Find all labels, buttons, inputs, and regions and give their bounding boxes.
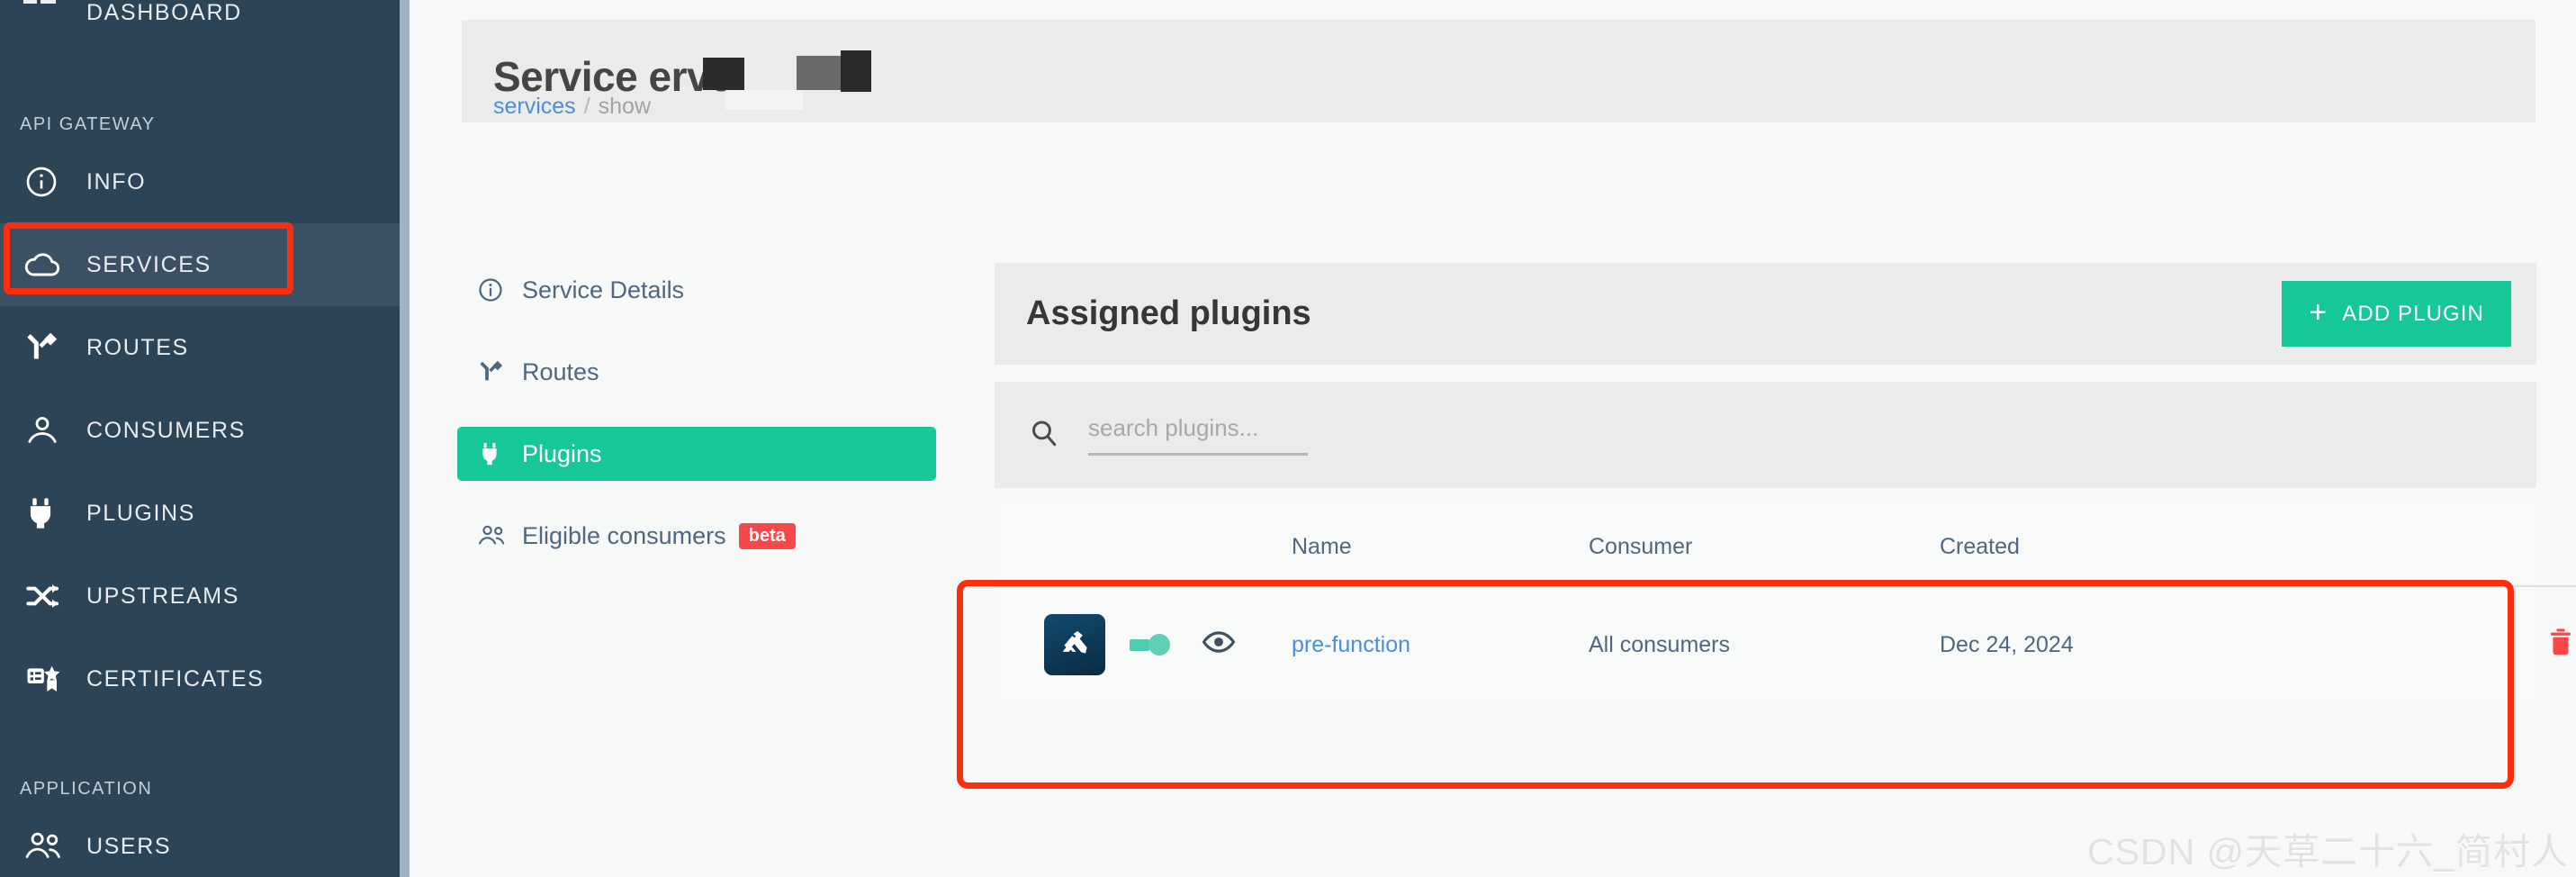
redaction-block xyxy=(703,58,744,90)
sidebar-item-services[interactable]: SERVICES xyxy=(0,223,400,306)
plug-icon xyxy=(477,440,522,467)
tab-service-details[interactable]: Service Details xyxy=(457,263,936,317)
cloud-icon xyxy=(20,247,86,283)
info-circle-icon xyxy=(20,164,86,200)
tab-label: Plugins xyxy=(522,439,602,467)
sidebar-item-dashboard[interactable]: DASHBOARD xyxy=(0,0,400,56)
plus-icon: + xyxy=(2309,294,2328,330)
th-created: Created xyxy=(1940,534,2020,559)
th-name: Name xyxy=(1292,534,1352,559)
tab-eligible-consumers[interactable]: Eligible consumers beta xyxy=(457,509,936,563)
cell-created: Dec 24, 2024 xyxy=(1940,631,2074,657)
plugins-table: Name Consumer Created pre-function All c… xyxy=(995,520,2576,702)
route-fork-icon xyxy=(477,358,522,385)
cell-consumer: All consumers xyxy=(1589,631,1730,657)
sidebar-item-label: INFO xyxy=(86,168,147,194)
search-icon xyxy=(1029,418,1059,453)
search-card xyxy=(995,382,2536,488)
kong-gorilla-logo-icon xyxy=(1044,614,1105,675)
th-blank-toggle xyxy=(1130,520,1202,586)
cell-toggle xyxy=(1130,586,1202,702)
cell-view xyxy=(1202,586,1292,702)
th-blank-view xyxy=(1202,520,1292,586)
dashboard-grid-icon xyxy=(20,0,86,18)
plugin-enabled-toggle[interactable] xyxy=(1130,634,1171,655)
certificate-icon xyxy=(20,661,86,697)
assigned-plugins-title: Assigned plugins xyxy=(1026,294,1311,332)
cell-plugin-logo xyxy=(995,586,1130,702)
sidebar-section-api-gateway: API GATEWAY xyxy=(20,114,156,134)
redaction-block xyxy=(797,56,841,90)
th-blank-actions xyxy=(2372,520,2576,586)
sidebar-item-label: USERS xyxy=(86,833,172,859)
sidebar-item-label: ROUTES xyxy=(86,334,189,360)
main-content: Service erver services / show Service Deta… xyxy=(410,0,2576,877)
trash-icon xyxy=(2550,628,2571,662)
eye-icon[interactable] xyxy=(1202,630,1236,661)
plugin-name-link[interactable]: pre-function xyxy=(1292,632,1410,657)
breadcrumb-separator: / xyxy=(583,94,590,119)
breadcrumb: services / show xyxy=(493,94,651,120)
search-input[interactable] xyxy=(1088,414,1308,456)
sidebar-item-label: CERTIFICATES xyxy=(86,665,265,692)
redaction-block xyxy=(841,50,871,92)
page-header-card: Service erver services / show xyxy=(462,20,2535,122)
plugins-panel: Assigned plugins + ADD PLUGIN search plu… xyxy=(995,263,2576,702)
th-blank-icon xyxy=(995,520,1130,586)
sidebar-section-application: APPLICATION xyxy=(20,779,153,799)
cell-actions: DELETE xyxy=(2372,586,2576,702)
plugins-table-container: Name Consumer Created pre-function All c… xyxy=(995,502,2576,702)
info-circle-icon xyxy=(477,276,522,303)
tab-routes[interactable]: Routes xyxy=(457,345,936,399)
sidebar-item-plugins[interactable]: PLUGINS xyxy=(0,472,400,555)
table-header-row: Name Consumer Created xyxy=(995,520,2576,586)
shuffle-icon xyxy=(20,578,86,614)
th-consumer: Consumer xyxy=(1589,534,1693,559)
sidebar-item-label: PLUGINS xyxy=(86,500,195,526)
assigned-plugins-card: Assigned plugins + ADD PLUGIN xyxy=(995,263,2536,365)
toggle-track xyxy=(1130,638,1149,651)
sidebar-item-upstreams[interactable]: UPSTREAMS xyxy=(0,555,400,637)
sidebar-item-certificates[interactable]: CERTIFICATES xyxy=(0,637,400,720)
cell-name: pre-function xyxy=(1292,586,1589,702)
add-plugin-button[interactable]: + ADD PLUGIN xyxy=(2282,281,2511,347)
sidebar-item-routes[interactable]: ROUTES xyxy=(0,306,400,389)
sidebar-item-label: CONSUMERS xyxy=(86,417,246,443)
watermark: CSDN @天草二十六_简村人 xyxy=(2087,831,2569,872)
breadcrumb-link-services[interactable]: services xyxy=(493,94,576,119)
sidebar-item-label: SERVICES xyxy=(86,251,212,277)
delete-plugin-button[interactable]: DELETE xyxy=(2550,628,2576,662)
users-icon xyxy=(20,828,86,864)
tab-label: Service Details xyxy=(522,276,685,303)
sidebar-item-users[interactable]: USERS xyxy=(0,805,400,877)
service-tab-list: Service Details Routes Plugins Eligible … xyxy=(457,263,936,591)
sidebar-item-label: UPSTREAMS xyxy=(86,583,239,609)
users-icon xyxy=(477,522,522,549)
sidebar-scrollbar[interactable] xyxy=(400,0,410,877)
tab-label: Routes xyxy=(522,357,599,385)
user-icon xyxy=(20,412,86,448)
sidebar-item-info[interactable]: INFO xyxy=(0,140,400,223)
redaction-block xyxy=(725,90,803,110)
tab-plugins[interactable]: Plugins xyxy=(457,427,936,481)
sidebar: DASHBOARD API GATEWAY INFO SERVICES ROUT… xyxy=(0,0,400,877)
sidebar-item-consumers[interactable]: CONSUMERS xyxy=(0,389,400,472)
sidebar-item-label: DASHBOARD xyxy=(86,0,242,25)
route-fork-icon xyxy=(20,330,86,366)
table-row: pre-function All consumers Dec 24, 2024 xyxy=(995,586,2576,702)
plug-icon xyxy=(20,495,86,531)
breadcrumb-current: show xyxy=(598,94,652,119)
tab-label: Eligible consumers xyxy=(522,521,726,549)
add-plugin-label: ADD PLUGIN xyxy=(2342,301,2484,326)
redaction-block xyxy=(744,52,797,92)
beta-badge: beta xyxy=(738,522,796,549)
toggle-knob xyxy=(1148,634,1170,655)
